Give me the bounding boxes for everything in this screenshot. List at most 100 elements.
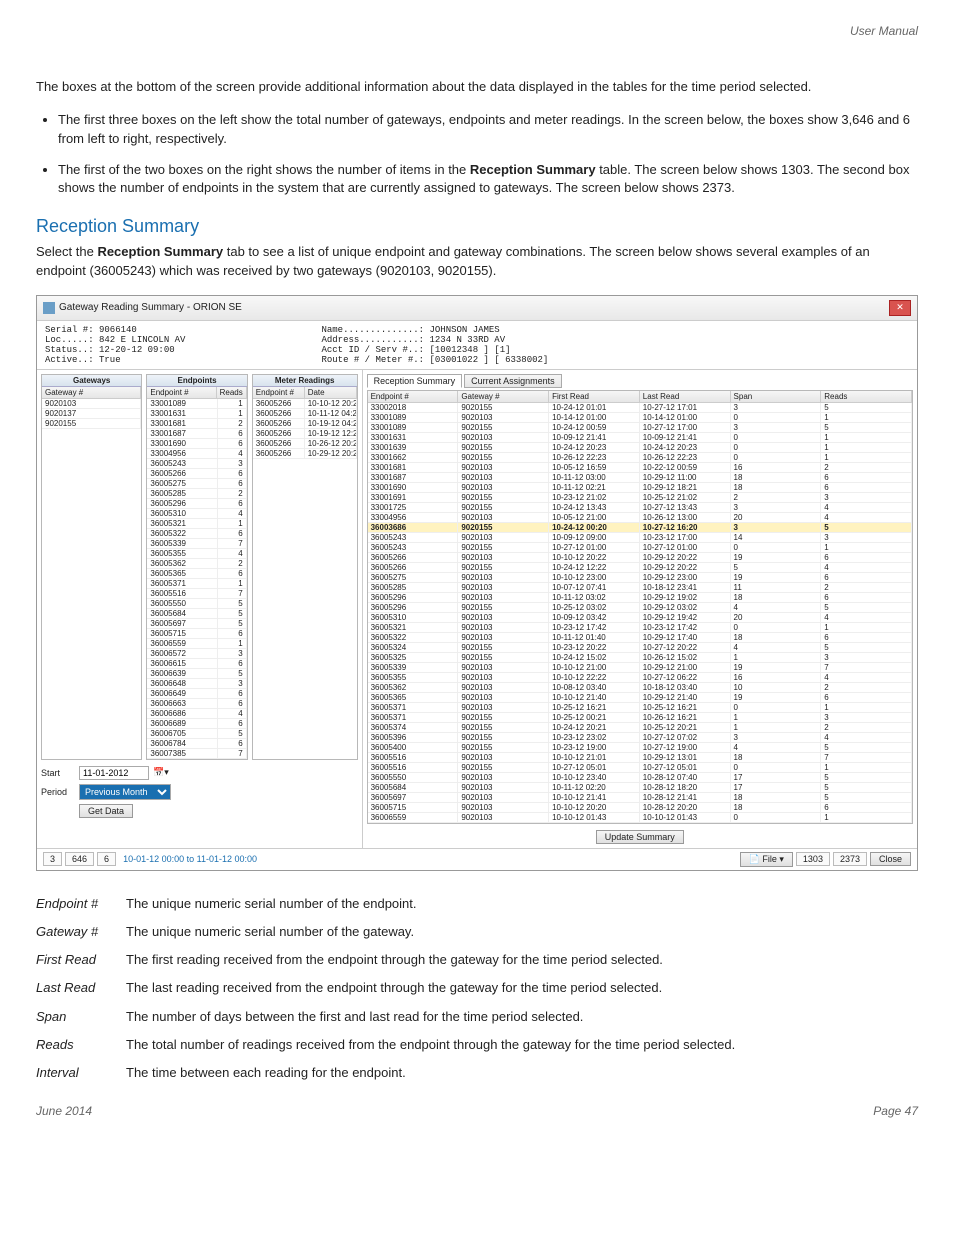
table-row[interactable]: 360055505 [147,599,246,609]
table-row[interactable]: 3600526610-19-12 04:23 [253,419,357,429]
table-row[interactable]: 330016876 [147,429,246,439]
table-row[interactable]: 360066636 [147,699,246,709]
table-row[interactable]: 360053226 [147,529,246,539]
table-row[interactable]: 9020137 [42,409,141,419]
table-row[interactable]: 360073857 [147,749,246,759]
table-row[interactable]: 36005321902010310-23-12 17:4210-23-12 17… [368,623,912,633]
table-row[interactable]: 36005243902010310-09-12 09:0010-23-12 17… [368,533,912,543]
gateways-table[interactable]: Gateways Gateway # 902010390201379020155 [41,374,142,760]
table-row[interactable]: 360066896 [147,719,246,729]
reception-summary-table[interactable]: Endpoint #Gateway #First ReadLast ReadSp… [368,391,912,823]
table-row[interactable]: 330016311 [147,409,246,419]
table-row[interactable]: 360053104 [147,509,246,519]
table-row[interactable]: 3600526610-26-12 20:22 [253,439,357,449]
table-row[interactable]: 36005516902010310-10-12 21:0110-29-12 13… [368,753,912,763]
period-select[interactable]: Previous Month [79,784,171,800]
table-row[interactable]: 36005296902015510-25-12 03:0210-29-12 03… [368,603,912,613]
endpoints-table[interactable]: Endpoints Endpoint #Reads 33001089133001… [146,374,247,760]
table-row[interactable]: 360065723 [147,649,246,659]
table-row[interactable]: 36005266902010310-10-12 20:2210-29-12 20… [368,553,912,563]
get-data-button[interactable]: Get Data [79,804,133,818]
table-row[interactable]: 360053211 [147,519,246,529]
table-row[interactable]: 360066496 [147,689,246,699]
table-row[interactable]: 360052666 [147,469,246,479]
meter-readings-table[interactable]: Meter Readings Endpoint #Date 3600526610… [252,374,358,760]
table-row[interactable]: 36005339902010310-10-12 21:0010-29-12 21… [368,663,912,673]
table-row[interactable]: 360052433 [147,459,246,469]
table-row[interactable]: 360067846 [147,739,246,749]
table-row[interactable]: 360052756 [147,479,246,489]
table-row[interactable]: 33001662902015510-26-12 22:2310-26-12 22… [368,453,912,463]
table-row[interactable]: 3600526610-11-12 04:22 [253,409,357,419]
table-row[interactable]: 360056845 [147,609,246,619]
table-row[interactable]: 36005324902015510-23-12 20:2210-27-12 20… [368,643,912,653]
table-row[interactable]: 36005325902015510-24-12 15:0210-26-12 15… [368,653,912,663]
table-row[interactable]: 36005400902015510-23-12 19:0010-27-12 19… [368,743,912,753]
table-row[interactable]: 36003686902015510-24-12 00:2010-27-12 16… [368,523,912,533]
table-row[interactable]: 360056975 [147,619,246,629]
table-row[interactable]: 36005266902015510-24-12 12:2210-29-12 20… [368,563,912,573]
table-row[interactable]: 36005516902015510-27-12 05:0110-27-12 05… [368,763,912,773]
table-row[interactable]: 33002018902015510-24-12 01:0110-27-12 17… [368,403,912,413]
table-row[interactable]: 36005396902015510-23-12 23:0210-27-12 07… [368,733,912,743]
update-summary-button[interactable]: Update Summary [596,830,684,844]
table-row[interactable]: 360053711 [147,579,246,589]
table-row[interactable]: 36005296902010310-11-12 03:0210-29-12 19… [368,593,912,603]
table-row[interactable]: 9020155 [42,419,141,429]
table-row[interactable]: 360052966 [147,499,246,509]
table-row[interactable]: 36005550902010310-10-12 23:4010-28-12 07… [368,773,912,783]
table-row[interactable]: 3600526610-10-12 20:22 [253,399,357,409]
table-row[interactable]: 36005374902015510-24-12 20:2110-25-12 20… [368,723,912,733]
table-row[interactable]: 36005355902010310-10-12 22:2210-27-12 06… [368,673,912,683]
table-row[interactable]: 360052852 [147,489,246,499]
table-row[interactable]: 33001691902015510-23-12 21:0210-25-12 21… [368,493,912,503]
table-row[interactable]: 360066395 [147,669,246,679]
table-row[interactable]: 36005365902010310-10-12 21:4010-29-12 21… [368,693,912,703]
table-row[interactable]: 36005243902015510-27-12 01:0010-27-12 01… [368,543,912,553]
table-row[interactable]: 3600526610-19-12 12:22 [253,429,357,439]
table-row[interactable]: 360066483 [147,679,246,689]
table-row[interactable]: 9020103 [42,399,141,409]
file-menu-button[interactable]: 📄 File ▾ [740,852,793,867]
table-row[interactable]: 33001639902015510-24-12 20:2310-24-12 20… [368,443,912,453]
table-row[interactable]: 360053656 [147,569,246,579]
table-row[interactable]: 360067055 [147,729,246,739]
table-row[interactable]: 36005322902010310-11-12 01:4010-29-12 17… [368,633,912,643]
table-row[interactable]: 330016812 [147,419,246,429]
table-row[interactable]: 360053622 [147,559,246,569]
close-icon[interactable]: ✕ [889,300,911,316]
table-row[interactable]: 33004956902010310-05-12 21:0010-26-12 13… [368,513,912,523]
close-button[interactable]: Close [870,852,911,866]
table-row[interactable]: 33001687902010310-11-12 03:0010-29-12 11… [368,473,912,483]
start-date-input[interactable] [79,766,149,780]
table-row[interactable]: 33001681902010310-05-12 16:5910-22-12 00… [368,463,912,473]
table-row[interactable]: 360057156 [147,629,246,639]
table-row[interactable]: 330010891 [147,399,246,409]
table-row[interactable]: 33001089902010310-14-12 01:0010-14-12 01… [368,413,912,423]
table-row[interactable]: 36005285902010310-07-12 07:4110-18-12 23… [368,583,912,593]
table-row[interactable]: 36005275902010310-10-12 23:0010-29-12 23… [368,573,912,583]
table-row[interactable]: 36005684902010310-11-12 02:2010-28-12 18… [368,783,912,793]
table-row[interactable]: 360055167 [147,589,246,599]
table-row[interactable]: 330016906 [147,439,246,449]
table-row[interactable]: 360053397 [147,539,246,549]
table-row[interactable]: 36005697902010310-10-12 21:4110-28-12 21… [368,793,912,803]
table-row[interactable]: 36005371902010310-25-12 16:2110-25-12 16… [368,703,912,713]
table-row[interactable]: 36005310902010310-09-12 03:4210-29-12 19… [368,613,912,623]
table-row[interactable]: 360066156 [147,659,246,669]
tab-reception-summary[interactable]: Reception Summary [367,374,463,388]
table-row[interactable]: 33001725902015510-24-12 13:4310-27-12 13… [368,503,912,513]
table-row[interactable]: 330049564 [147,449,246,459]
table-row[interactable]: 36005362902010310-08-12 03:4010-18-12 03… [368,683,912,693]
table-row[interactable]: 33001690902010310-11-12 02:2110-29-12 18… [368,483,912,493]
table-row[interactable]: 360065591 [147,639,246,649]
table-row[interactable]: 36005371902015510-25-12 00:2110-26-12 16… [368,713,912,723]
tab-current-assignments[interactable]: Current Assignments [464,374,562,388]
table-row[interactable]: 360066864 [147,709,246,719]
table-row[interactable]: 360053554 [147,549,246,559]
table-row[interactable]: 3600526610-29-12 20:22 [253,449,357,459]
table-row[interactable]: 36005715902010310-10-12 20:2010-28-12 20… [368,803,912,813]
table-row[interactable]: 33001089902015510-24-12 00:5910-27-12 17… [368,423,912,433]
table-row[interactable]: 33001631902010310-09-12 21:4110-09-12 21… [368,433,912,443]
calendar-icon[interactable]: 📅▾ [153,767,169,778]
